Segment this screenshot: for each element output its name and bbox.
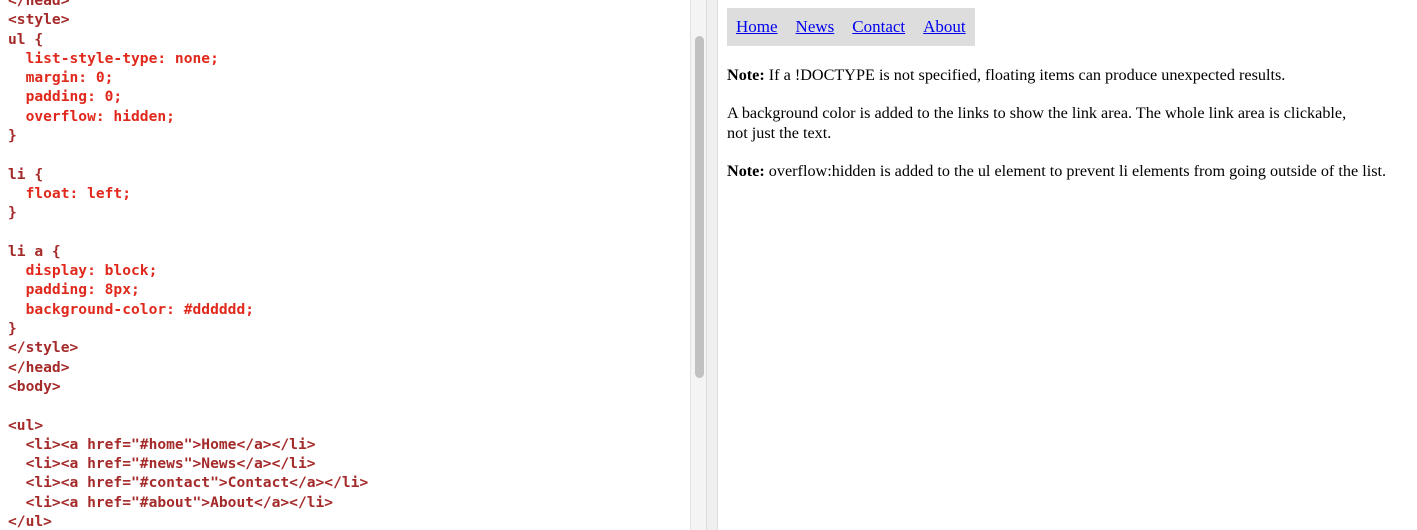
code-line: <li><a href="#about">About</a></li> (8, 493, 334, 511)
code-line: padding: 0; (8, 88, 123, 106)
code-editor[interactable]: </head> <style> ul { list-style-type: no… (0, 0, 690, 530)
link-area-paragraph: A background color is added to the links… (727, 104, 1347, 142)
code-line: } (8, 320, 17, 338)
nav-item-home: Home (727, 8, 787, 46)
note-label: Note: (727, 162, 765, 180)
nav-link-about[interactable]: About (914, 8, 975, 46)
code-line: display: block; (8, 262, 158, 280)
nav-item-about: About (914, 8, 975, 46)
code-line: </style> (8, 339, 79, 357)
note-label: Note: (727, 66, 765, 84)
nav-link-contact[interactable]: Contact (843, 8, 914, 46)
code-line: ul { (8, 30, 44, 48)
code-line: overflow: hidden; (8, 107, 175, 125)
code-line: background-color: #dddddd; (8, 300, 255, 318)
scroll-thumb[interactable] (695, 36, 704, 378)
code-line: list-style-type: none; (8, 49, 219, 67)
code-line: </head> (8, 358, 70, 376)
nav-link-news[interactable]: News (787, 8, 844, 46)
code-scrollbar[interactable] (690, 0, 706, 530)
code-line: float: left; (8, 184, 132, 202)
code-line: li a { (8, 242, 61, 260)
code-line: } (8, 127, 17, 145)
code-line: <li><a href="#contact">Contact</a></li> (8, 474, 369, 492)
code-lines: </head> <style> ul { list-style-type: no… (8, 0, 368, 530)
nav-item-news: News (787, 8, 844, 46)
note-text: overflow:hidden is added to the ul eleme… (764, 162, 1387, 180)
nav-link-home[interactable]: Home (727, 8, 787, 46)
code-line: <style> (8, 11, 70, 29)
pane-divider[interactable] (706, 0, 718, 530)
code-line: <li><a href="#news">News</a></li> (8, 455, 316, 473)
doctype-note: Note: If a !DOCTYPE is not specified, fl… (727, 65, 1285, 85)
note-text: If a !DOCTYPE is not specified, floating… (764, 66, 1286, 84)
code-line: <li><a href="#home">Home</a></li> (8, 435, 316, 453)
code-line: li { (8, 165, 44, 183)
code-line: } (8, 204, 17, 222)
nav-list: Home News Contact About (727, 8, 975, 46)
result-preview: Home News Contact About Note: If a !DOCT… (718, 0, 1417, 530)
code-line: </head> (8, 0, 70, 9)
code-line: <body> (8, 377, 61, 395)
code-line: padding: 8px; (8, 281, 140, 299)
code-line: <ul> (8, 416, 44, 434)
overflow-note: Note: overflow:hidden is added to the ul… (727, 161, 1413, 181)
code-line: </ul> (8, 513, 52, 530)
nav-item-contact: Contact (843, 8, 914, 46)
code-line: margin: 0; (8, 69, 114, 87)
